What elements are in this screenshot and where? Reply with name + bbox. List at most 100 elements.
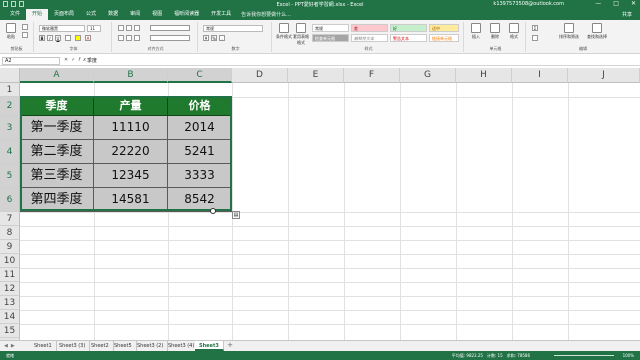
- sheet-tab[interactable]: Sheet3 (3): [55, 341, 91, 351]
- minimize-icon[interactable]: —: [595, 0, 601, 7]
- table-header-cell[interactable]: 价格: [168, 97, 232, 116]
- style-explanatory[interactable]: 解释性文本: [351, 34, 388, 42]
- column-header-c[interactable]: C: [168, 68, 232, 83]
- style-good[interactable]: 好: [390, 24, 427, 32]
- row-header-2[interactable]: 2: [0, 97, 20, 116]
- column-header-f[interactable]: F: [344, 68, 400, 83]
- zoom-slider[interactable]: [554, 355, 614, 356]
- share-button[interactable]: 共享: [622, 11, 632, 18]
- column-header-d[interactable]: D: [232, 68, 288, 83]
- row-header-6[interactable]: 6: [0, 188, 20, 212]
- sheet-nav-arrows[interactable]: ◀▶: [4, 343, 18, 349]
- table-cell[interactable]: 第四季度: [20, 188, 94, 212]
- column-header-e[interactable]: E: [288, 68, 344, 83]
- row-header-13[interactable]: 13: [0, 296, 20, 310]
- fill-color-icon[interactable]: [75, 35, 81, 41]
- maximize-icon[interactable]: □: [613, 0, 619, 7]
- row-header-4[interactable]: 4: [0, 140, 20, 164]
- border-icon[interactable]: [65, 35, 71, 41]
- format-button[interactable]: 格式: [506, 23, 522, 43]
- style-bad[interactable]: 差: [351, 24, 388, 32]
- find-select-button[interactable]: 查找和选择: [586, 23, 608, 43]
- align-center-icon[interactable]: [126, 35, 132, 41]
- format-as-table-button[interactable]: 套用表格格式: [293, 23, 309, 45]
- currency-icon[interactable]: ¥: [203, 35, 209, 41]
- table-cell[interactable]: 第二季度: [20, 140, 94, 164]
- table-cell[interactable]: 3333: [168, 164, 232, 188]
- number-format-select[interactable]: 常规: [203, 25, 263, 32]
- table-cell[interactable]: 11110: [94, 116, 168, 140]
- sort-filter-button[interactable]: 排序和筛选: [558, 23, 580, 43]
- tab-review[interactable]: 审阅: [124, 9, 146, 20]
- fill-icon[interactable]: [532, 35, 538, 41]
- row-header-12[interactable]: 12: [0, 282, 20, 296]
- merge-center-button[interactable]: [150, 35, 190, 41]
- font-name-select[interactable]: 微软雅黑: [39, 25, 85, 32]
- account-email[interactable]: k1397573508@outlook.com: [493, 1, 564, 7]
- style-normal[interactable]: 常规: [312, 24, 349, 32]
- align-right-icon[interactable]: [134, 35, 140, 41]
- table-cell[interactable]: 14581: [94, 188, 168, 212]
- paste-button[interactable]: 粘贴: [3, 23, 19, 43]
- fill-handle[interactable]: [210, 208, 216, 214]
- table-header-cell[interactable]: 产量: [94, 97, 168, 116]
- percent-icon[interactable]: %: [211, 35, 217, 41]
- quick-analysis-icon[interactable]: ▤: [232, 211, 240, 219]
- tell-me-search[interactable]: 告诉我你想要做什么...: [241, 11, 291, 18]
- row-header-8[interactable]: 8: [0, 226, 20, 240]
- column-header-a[interactable]: A: [20, 68, 94, 83]
- row-header-3[interactable]: 3: [0, 116, 20, 140]
- row-header-14[interactable]: 14: [0, 310, 20, 324]
- align-bottom-icon[interactable]: [134, 25, 140, 31]
- copy-icon[interactable]: [22, 32, 28, 38]
- column-header-h[interactable]: H: [456, 68, 512, 83]
- italic-icon[interactable]: I: [47, 35, 53, 41]
- style-check-cell[interactable]: 检查单元格: [312, 34, 349, 42]
- table-cell[interactable]: 8542: [168, 188, 232, 212]
- insert-button[interactable]: 插入: [468, 23, 484, 43]
- bold-icon[interactable]: B: [39, 35, 45, 41]
- sheet-tab-active[interactable]: Sheet3: [195, 341, 224, 351]
- conditional-format-button[interactable]: 条件格式: [276, 23, 292, 43]
- font-color-icon[interactable]: A: [85, 35, 91, 41]
- align-top-icon[interactable]: [118, 25, 124, 31]
- tab-home[interactable]: 开始: [26, 9, 49, 20]
- select-all-corner[interactable]: [0, 68, 20, 83]
- worksheet-grid[interactable]: A B C D E F G H I J 1 2 3 4 5 6 7 8 9 10…: [0, 68, 640, 340]
- table-cell[interactable]: 2014: [168, 116, 232, 140]
- tab-data[interactable]: 数据: [102, 9, 124, 20]
- underline-icon[interactable]: U: [55, 35, 61, 41]
- tab-developer[interactable]: 开发工具: [205, 9, 237, 20]
- table-cell[interactable]: 5241: [168, 140, 232, 164]
- sheet-tab[interactable]: Sheet1: [30, 341, 57, 351]
- font-size-select[interactable]: 11: [87, 25, 101, 32]
- row-header-11[interactable]: 11: [0, 268, 20, 282]
- delete-button[interactable]: 删除: [487, 23, 503, 43]
- table-cell[interactable]: 第三季度: [20, 164, 94, 188]
- tab-page-layout[interactable]: 页面布局: [48, 9, 80, 20]
- style-linked-cell[interactable]: 链接单元格: [429, 34, 459, 42]
- autosum-icon[interactable]: Σ: [532, 25, 538, 31]
- row-header-10[interactable]: 10: [0, 254, 20, 268]
- tab-foxit-reader[interactable]: 福昕阅读器: [168, 9, 205, 20]
- comma-icon[interactable]: ,: [219, 35, 225, 41]
- formula-input[interactable]: 季度: [87, 57, 97, 65]
- column-header-g[interactable]: G: [400, 68, 456, 83]
- tab-file[interactable]: 文件: [4, 9, 26, 20]
- tab-view[interactable]: 视图: [146, 9, 168, 20]
- row-header-5[interactable]: 5: [0, 164, 20, 188]
- column-header-b[interactable]: B: [94, 68, 168, 83]
- table-cell[interactable]: 第一季度: [20, 116, 94, 140]
- column-header-i[interactable]: I: [512, 68, 568, 83]
- table-cell[interactable]: 12345: [94, 164, 168, 188]
- wrap-text-button[interactable]: [150, 25, 190, 31]
- cut-icon[interactable]: [22, 24, 28, 30]
- align-middle-icon[interactable]: [126, 25, 132, 31]
- tab-formulas[interactable]: 公式: [80, 9, 102, 20]
- add-sheet-icon[interactable]: +: [226, 342, 234, 350]
- row-header-7[interactable]: 7: [0, 212, 20, 226]
- row-header-15[interactable]: 15: [0, 324, 20, 338]
- table-cell[interactable]: 22220: [94, 140, 168, 164]
- table-header-cell[interactable]: 季度: [20, 97, 94, 116]
- row-header-1[interactable]: 1: [0, 83, 20, 97]
